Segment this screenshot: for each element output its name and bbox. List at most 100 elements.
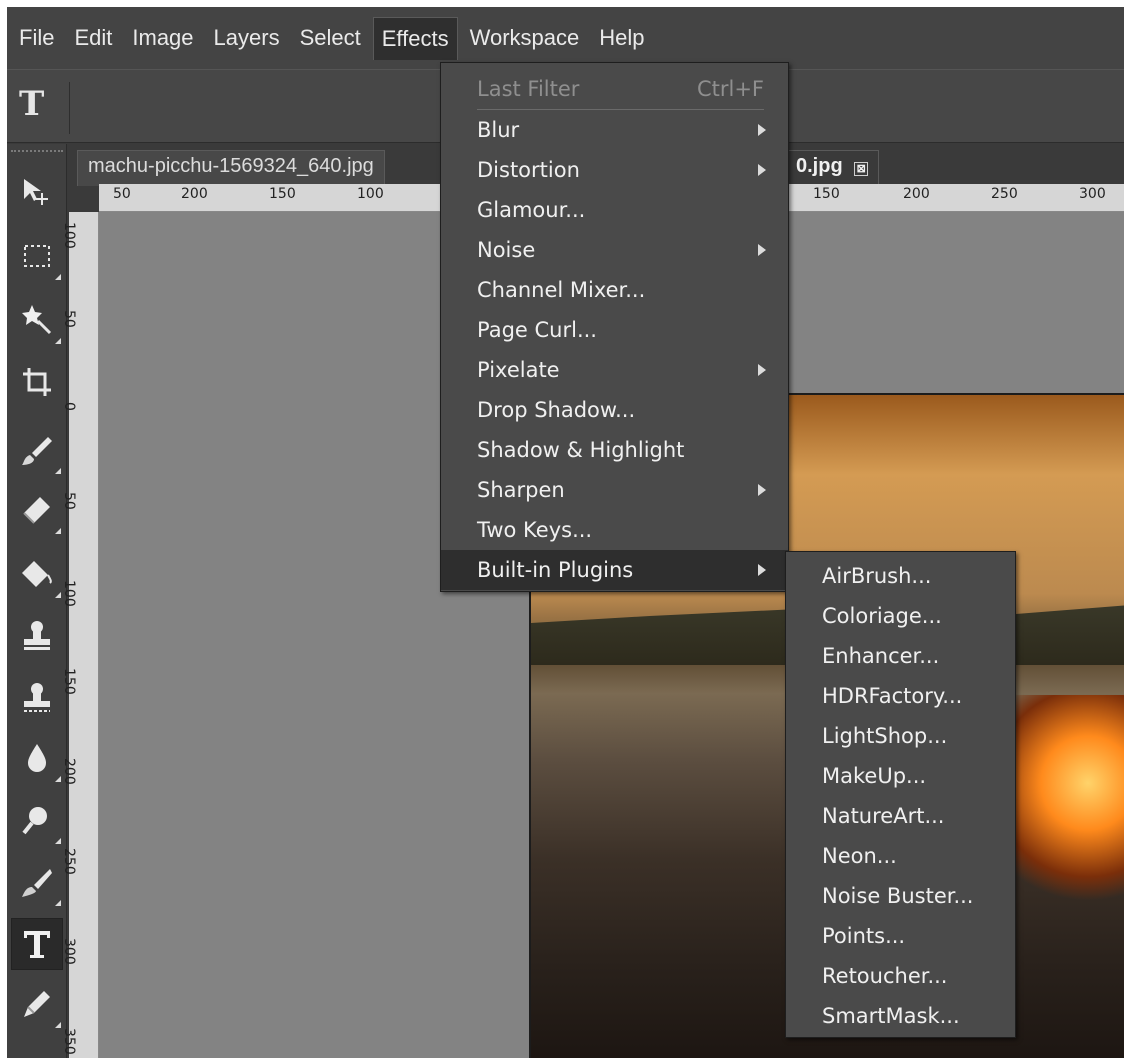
menu-workspace[interactable]: Workspace: [462, 17, 588, 59]
effects-menu: Last Filter Ctrl+F Blur Distortion Glamo…: [440, 62, 789, 592]
menu-item-label: Page Curl...: [477, 318, 597, 342]
menu-item-channel-mixer[interactable]: Channel Mixer...: [441, 270, 788, 310]
menu-help[interactable]: Help: [591, 17, 652, 59]
chevron-right-icon: [758, 484, 766, 496]
menu-item-label: Two Keys...: [477, 518, 593, 542]
ruler-vertical: 100 50 0 50 100 150 200 250 300 350: [61, 212, 99, 1058]
menu-item-distortion[interactable]: Distortion: [441, 150, 788, 190]
plugins-submenu: AirBrush... Coloriage... Enhancer... HDR…: [785, 551, 1016, 1038]
magic-wand-icon: [22, 305, 52, 335]
submenu-item-natureart[interactable]: NatureArt...: [786, 796, 1015, 836]
ruler-label: 350: [61, 1028, 77, 1055]
menu-effects[interactable]: Effects: [372, 16, 458, 60]
image-fire-glow: [1004, 695, 1124, 915]
submenu-item-airbrush[interactable]: AirBrush...: [786, 556, 1015, 596]
text-tool-icon: T: [19, 84, 45, 124]
submenu-item-hdrfactory[interactable]: HDRFactory...: [786, 676, 1015, 716]
submenu-item-points[interactable]: Points...: [786, 916, 1015, 956]
ruler-label: 150: [61, 668, 77, 695]
ruler-label: 0: [61, 402, 77, 411]
menu-item-drop-shadow[interactable]: Drop Shadow...: [441, 390, 788, 430]
chevron-right-icon: [758, 124, 766, 136]
menu-item-label: Shadow & Highlight: [477, 438, 685, 462]
drop-tool[interactable]: [11, 732, 63, 784]
smudge-tool[interactable]: [11, 856, 63, 908]
ruler-label: 150: [269, 186, 296, 202]
ruler-label: 200: [61, 758, 77, 785]
submenu-item-enhancer[interactable]: Enhancer...: [786, 636, 1015, 676]
menu-item-page-curl[interactable]: Page Curl...: [441, 310, 788, 350]
eraser-tool[interactable]: [11, 484, 63, 536]
stamp-icon: [24, 621, 50, 650]
menu-bar: File Edit Image Layers Select Effects Wo…: [7, 7, 1124, 69]
chevron-right-icon: [758, 164, 766, 176]
menu-item-pixelate[interactable]: Pixelate: [441, 350, 788, 390]
shortcut-label: Ctrl+F: [696, 77, 764, 101]
dodge-tool[interactable]: [11, 794, 63, 846]
move-icon: [24, 179, 48, 205]
marquee-tool[interactable]: [11, 230, 63, 282]
menu-item-shadow-highlight[interactable]: Shadow & Highlight: [441, 430, 788, 470]
submenu-item-lightshop[interactable]: LightShop...: [786, 716, 1015, 756]
chevron-right-icon: [758, 564, 766, 576]
text-tool[interactable]: [11, 918, 63, 970]
ruler-label: 300: [61, 938, 77, 965]
menu-item-label: Sharpen: [477, 478, 565, 502]
menu-item-two-keys[interactable]: Two Keys...: [441, 510, 788, 550]
pen-icon: [24, 991, 50, 1017]
toolbox-grip[interactable]: [11, 150, 63, 156]
menu-item-label: Noise: [477, 238, 536, 262]
move-tool[interactable]: [11, 166, 63, 218]
ruler-label: 250: [61, 848, 77, 875]
menu-item-label: Blur: [477, 118, 520, 142]
menu-item-label: Built-in Plugins: [477, 558, 634, 582]
menu-edit[interactable]: Edit: [66, 17, 120, 59]
submenu-item-noise-buster[interactable]: Noise Buster...: [786, 876, 1015, 916]
toolbox: [7, 144, 67, 1058]
fill-tool[interactable]: [11, 548, 63, 600]
stamp2-tool[interactable]: [11, 672, 63, 724]
tab-second-document[interactable]: 0.jpg ⊠: [785, 150, 880, 186]
drop-icon: [28, 744, 46, 772]
ruler-label: 100: [61, 222, 77, 249]
menu-item-label: Channel Mixer...: [477, 278, 646, 302]
crop-icon: [23, 368, 51, 396]
submenu-item-makeup[interactable]: MakeUp...: [786, 756, 1015, 796]
menu-item-label: Drop Shadow...: [477, 398, 636, 422]
submenu-item-retoucher[interactable]: Retoucher...: [786, 956, 1015, 996]
menu-item-noise[interactable]: Noise: [441, 230, 788, 270]
dodge-icon: [22, 807, 47, 835]
tab-machu-picchu[interactable]: machu-picchu-1569324_640.jpg: [77, 150, 385, 186]
menu-item-label: Glamour...: [477, 198, 586, 222]
submenu-item-smartmask[interactable]: SmartMask...: [786, 996, 1015, 1036]
menu-item-sharpen[interactable]: Sharpen: [441, 470, 788, 510]
options-separator: [69, 82, 70, 134]
menu-item-label: Pixelate: [477, 358, 560, 382]
ruler-label: 300: [1079, 186, 1106, 202]
menu-item-blur[interactable]: Blur: [441, 110, 788, 150]
close-icon[interactable]: ⊠: [854, 162, 869, 176]
crop-tool[interactable]: [11, 356, 63, 408]
menu-item-last-filter: Last Filter Ctrl+F: [441, 69, 788, 109]
menu-layers[interactable]: Layers: [206, 17, 288, 59]
magic-wand-tool[interactable]: [11, 294, 63, 346]
submenu-item-coloriage[interactable]: Coloriage...: [786, 596, 1015, 636]
menu-select[interactable]: Select: [292, 17, 369, 59]
bucket-icon: [22, 561, 52, 587]
pen-tool[interactable]: [11, 978, 63, 1030]
menu-file[interactable]: File: [11, 17, 62, 59]
marquee-icon: [24, 245, 50, 267]
menu-item-built-in-plugins[interactable]: Built-in Plugins: [441, 550, 788, 590]
stamp-tool[interactable]: [11, 610, 63, 662]
tab-label: machu-picchu-1569324_640.jpg: [88, 155, 374, 177]
ruler-label: 150: [813, 186, 840, 202]
ruler-label: 100: [357, 186, 384, 202]
brush-icon: [22, 437, 52, 465]
menu-item-glamour[interactable]: Glamour...: [441, 190, 788, 230]
text-icon: [24, 931, 50, 958]
brush-tool[interactable]: [11, 424, 63, 476]
tab-label: 0.jpg: [796, 155, 843, 177]
ruler-label: 50: [61, 492, 77, 510]
menu-image[interactable]: Image: [124, 17, 201, 59]
submenu-item-neon[interactable]: Neon...: [786, 836, 1015, 876]
